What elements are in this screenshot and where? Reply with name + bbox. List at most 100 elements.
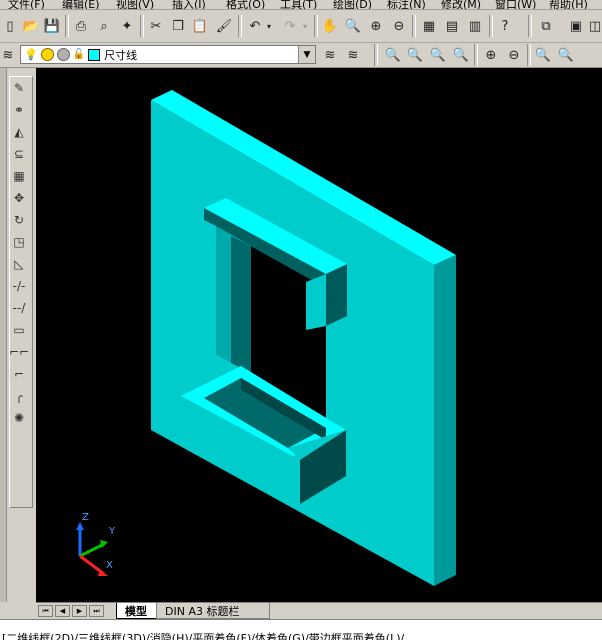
layer-color-swatch (88, 48, 101, 61)
zoom-center-icon[interactable]: 🔍 (451, 45, 471, 65)
trim-icon[interactable]: -/- (9, 276, 29, 296)
tool-palettes-icon[interactable]: ▥ (465, 16, 485, 36)
fillet-icon[interactable]: ╭ (9, 386, 29, 406)
chevron-down-icon[interactable]: ▼ (298, 46, 315, 63)
rotate-icon[interactable]: ↻ (9, 210, 29, 230)
chamfer-icon[interactable]: ⌐ (9, 364, 29, 384)
print-preview-icon[interactable]: ⌕ (94, 16, 114, 36)
ucs-y-label: Y (108, 526, 116, 537)
menu-tools[interactable]: 工具(T) (280, 0, 317, 9)
zoom-window-icon[interactable]: 🔍 (383, 45, 403, 65)
copy-icon[interactable]: ❐ (168, 16, 188, 36)
array-icon[interactable]: ▦ (9, 166, 29, 186)
menu-dimension[interactable]: 标注(N) (387, 0, 426, 9)
menu-draw[interactable]: 绘图(D) (333, 0, 372, 9)
mirror-icon[interactable]: ◭ (9, 122, 29, 142)
scale-icon[interactable]: ◳ (9, 232, 29, 252)
ucs-z-arrowhead (76, 522, 84, 530)
top-bar-front (306, 274, 326, 330)
standard-toolbar: ▯ 📂 💾 ⎙ ⌕ ✦ ✂ ❐ 📋 🖌 ↶ ▾ ↷ ▾ ✋ 🔍 ⊕ ⊖ ▦ ▤ … (0, 10, 602, 43)
zoom-out-icon[interactable]: ⊖ (504, 45, 524, 65)
redo-icon[interactable]: ↷ (280, 16, 300, 36)
zoom-realtime-icon[interactable]: 🔍 (343, 16, 363, 36)
menu-bar: 文件(F) 编辑(E) 视图(V) 插入(I) 格式(O) 工具(T) 绘图(D… (0, 0, 602, 10)
3d-box-icon[interactable]: ▣ (566, 16, 586, 36)
stretch-icon[interactable]: ◺ (9, 254, 29, 274)
menu-modify[interactable]: 修改(M) (441, 0, 481, 9)
redo-dropdown-icon[interactable]: ▾ (300, 16, 310, 36)
toolbar-separator (140, 15, 144, 37)
toolbar-separator (374, 44, 378, 66)
menu-file[interactable]: 文件(F) (8, 0, 45, 9)
lock-icon: 🔓 (72, 49, 86, 60)
menu-insert[interactable]: 插入(I) (172, 0, 206, 9)
cut-icon[interactable]: ✂ (146, 16, 166, 36)
zoom-all-icon[interactable]: 🔍 (533, 45, 553, 65)
first-tab-icon[interactable]: ⏮ (38, 605, 53, 617)
last-tab-icon[interactable]: ⏭ (89, 605, 104, 617)
make-object-layer-current-icon[interactable]: ≋ (320, 45, 340, 65)
toolbar-separator (65, 15, 69, 37)
explode-icon[interactable]: ✺ (9, 408, 29, 428)
model-canvas: Z Y X (76, 90, 456, 586)
top-bar-side (326, 264, 347, 326)
toolbar-separator (474, 44, 478, 66)
print-icon[interactable]: ⎙ (71, 16, 91, 36)
layout-tab-bar: ⏮ ◀ ▶ ⏭ 模型 DIN A3 标题栏 (36, 602, 602, 619)
sun-icon (40, 48, 54, 61)
ucs-z-label: Z (82, 512, 89, 523)
menu-window[interactable]: 窗口(W) (495, 0, 536, 9)
plate-right-face (434, 255, 456, 586)
match-properties-icon[interactable]: 🖌 (214, 16, 234, 36)
ucs-y-axis (79, 542, 105, 558)
tab-layout-din-a3[interactable]: DIN A3 标题栏 (156, 603, 270, 619)
move-icon[interactable]: ✥ (9, 188, 29, 208)
pan-realtime-icon[interactable]: ✋ (320, 16, 340, 36)
left-post-shadow (231, 236, 251, 373)
undo-dropdown-icon[interactable]: ▾ (264, 16, 274, 36)
save-icon[interactable]: 💾 (42, 16, 62, 36)
zoom-window-icon[interactable]: ⊕ (366, 16, 386, 36)
menu-edit[interactable]: 编辑(E) (62, 0, 100, 9)
help-icon[interactable]: ? (495, 16, 515, 36)
zoom-dynamic-icon[interactable]: 🔍 (405, 45, 425, 65)
zoom-scale-icon[interactable]: 🔍 (428, 45, 448, 65)
drawing-viewport[interactable]: Z Y X (36, 68, 602, 602)
menu-format[interactable]: 格式(O) (226, 0, 265, 9)
break-icon[interactable]: ⌐⌐ (9, 342, 29, 362)
extend-icon[interactable]: --/ (9, 298, 29, 318)
toolbar-separator (314, 15, 318, 37)
draw-toolbar-edge (0, 68, 7, 602)
layers-toolbar: ≋ 💡 🔓 尺寸线 ▼ ≋ ≋ 🔍 🔍 🔍 🔍 ⊕ ⊖ 🔍 🔍 (0, 43, 602, 68)
toolbar-separator (238, 15, 242, 37)
prev-tab-icon[interactable]: ◀ (55, 605, 70, 617)
current-layer-name: 尺寸线 (104, 48, 138, 62)
next-tab-icon[interactable]: ▶ (72, 605, 87, 617)
copy-object-icon[interactable]: ⚭ (9, 100, 29, 120)
layer-manager-icon[interactable]: ≋ (0, 45, 16, 65)
paste-icon[interactable]: 📋 (190, 16, 210, 36)
toolbar-separator (489, 15, 493, 37)
zoom-extents-icon[interactable]: 🔍 (556, 45, 576, 65)
offset-icon[interactable]: ⊆ (9, 144, 29, 164)
break-at-point-icon[interactable]: ▭ (9, 320, 29, 340)
workspace-icon[interactable]: ⧉ (536, 16, 556, 36)
open-file-icon[interactable]: 📂 (21, 16, 41, 36)
new-file-icon[interactable]: ▯ (0, 16, 20, 36)
publish-icon[interactable]: ✦ (117, 16, 137, 36)
properties-icon[interactable]: ▦ (419, 16, 439, 36)
layer-dropdown[interactable]: 💡 🔓 尺寸线 ▼ (20, 45, 316, 64)
modify-toolbar: ✎ ⚭ ◭ ⊆ ▦ ✥ ↻ ◳ ◺ -/- --/ ▭ ⌐⌐ ⌐ ╭ ✺ (0, 68, 36, 602)
undo-icon[interactable]: ↶ (245, 16, 265, 36)
zoom-in-icon[interactable]: ⊕ (481, 45, 501, 65)
zoom-previous-icon[interactable]: ⊖ (389, 16, 409, 36)
design-center-icon[interactable]: ▤ (442, 16, 462, 36)
menu-view[interactable]: 视图(V) (116, 0, 154, 9)
3d-view-icon[interactable]: ◫ (588, 16, 602, 36)
menu-help[interactable]: 帮助(H) (549, 0, 588, 9)
layer-previous-icon[interactable]: ≋ (343, 45, 363, 65)
erase-icon[interactable]: ✎ (9, 78, 29, 98)
lightbulb-icon: 💡 (24, 48, 38, 61)
command-line[interactable]: [二维线框(2D)/三维线框(3D)/消隐(H)/平面着色(F)/体着色(G)/… (0, 619, 602, 640)
toolbar-separator (412, 15, 416, 37)
